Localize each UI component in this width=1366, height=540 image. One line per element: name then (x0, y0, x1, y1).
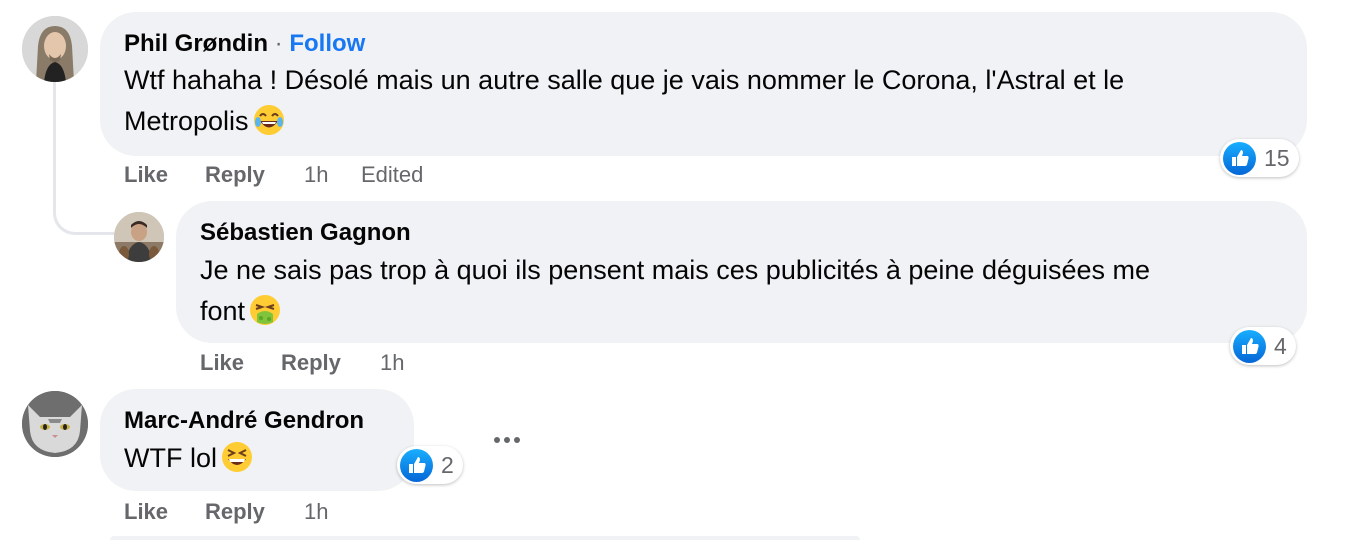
vomiting-face-emoji-icon (249, 294, 281, 338)
laughing-tears-emoji-icon (253, 104, 285, 148)
reaction-count-badge[interactable]: 15 (1220, 139, 1299, 177)
comment-text-line-2: Metropolis (124, 101, 1284, 148)
thumbs-up-icon (1233, 329, 1266, 363)
comment-text-line: Je ne sais pas trop à quoi ils pensent m… (200, 255, 1151, 285)
reaction-count: 2 (441, 451, 454, 478)
like-button[interactable]: Like (200, 350, 244, 376)
comment-timestamp[interactable]: 1h (380, 350, 404, 376)
comment-actions: Like Reply 1h (200, 350, 500, 378)
avatar-sebastien-gagnon[interactable] (114, 212, 164, 262)
comment-text-marc-andre: WTF lol (124, 438, 404, 485)
thumbs-up-icon (400, 448, 433, 482)
avatar-marc-andre-gendron[interactable] (22, 391, 88, 457)
reaction-count-badge[interactable]: 4 (1230, 327, 1296, 365)
edited-label: Edited (361, 162, 424, 187)
author-name-phil[interactable]: Phil Grøndin (124, 30, 268, 57)
grinning-squinting-emoji-icon (221, 441, 253, 485)
like-button[interactable]: Like (124, 162, 168, 188)
author-name-marc-andre[interactable]: Marc-André Gendron (124, 407, 364, 435)
reaction-count: 4 (1274, 332, 1287, 359)
comment-actions: Like Reply 1h Edited (124, 162, 524, 190)
thumbs-up-icon (1223, 141, 1256, 175)
reaction-count-badge[interactable]: 2 (397, 446, 463, 484)
comment-text-phil: Wtf hahaha ! Désolé mais un autre salle … (124, 60, 1284, 148)
comment-timestamp[interactable]: 1h (304, 499, 328, 525)
comment-text-line-2: font (200, 291, 1290, 338)
next-comment-input-edge (110, 536, 860, 540)
separator-dot: · (274, 30, 283, 57)
reaction-count: 15 (1264, 144, 1290, 171)
follow-button[interactable]: Follow (289, 30, 365, 57)
avatar-phil-grondin[interactable] (22, 16, 88, 82)
comment-text-line: Wtf hahaha ! Désolé mais un autre salle … (124, 65, 1125, 95)
reply-button[interactable]: Reply (205, 499, 265, 525)
comment-author-line: Phil Grøndin · Follow (124, 30, 365, 58)
comment-actions: Like Reply 1h (124, 499, 424, 527)
reply-button[interactable]: Reply (205, 162, 265, 188)
like-button[interactable]: Like (124, 499, 168, 525)
more-options-icon[interactable] (494, 437, 520, 443)
comment-timestamp[interactable]: 1h (304, 162, 328, 188)
author-name-sebastien[interactable]: Sébastien Gagnon (200, 219, 411, 247)
reply-button[interactable]: Reply (281, 350, 341, 376)
comment-text-sebastien: Je ne sais pas trop à quoi ils pensent m… (200, 250, 1290, 338)
